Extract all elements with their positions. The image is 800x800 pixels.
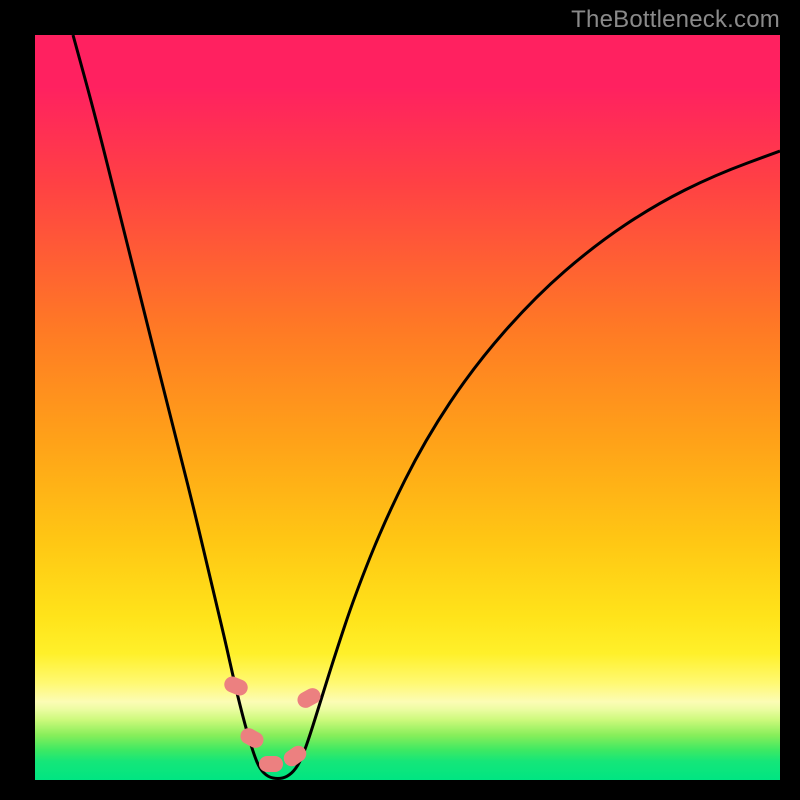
plot-area <box>35 35 780 780</box>
watermark-text: TheBottleneck.com <box>571 6 780 34</box>
bottleneck-curve <box>35 35 780 780</box>
curve-marker <box>259 756 283 772</box>
chart-frame: TheBottleneck.com <box>0 0 800 800</box>
